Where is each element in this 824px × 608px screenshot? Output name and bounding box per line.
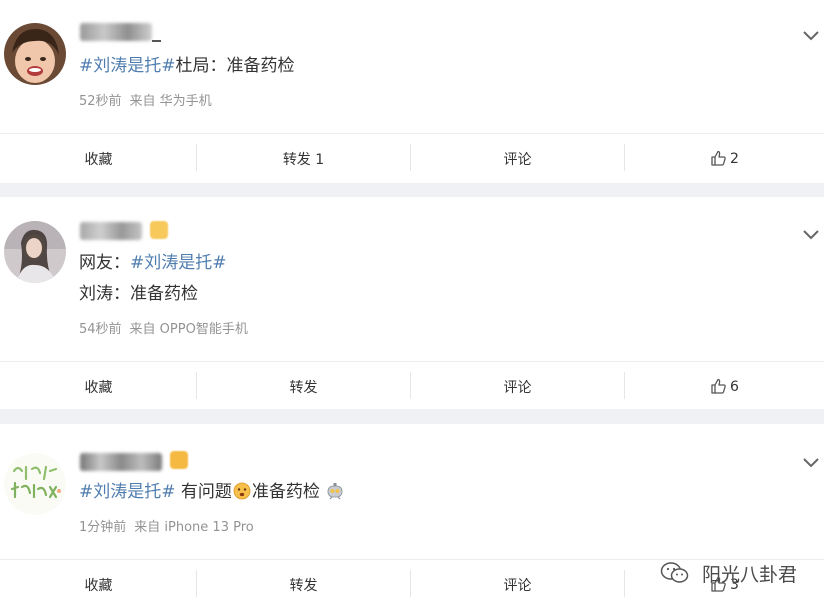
repost-button[interactable]: 转发 1 (197, 134, 410, 183)
post-time[interactable]: 54秒前 (79, 322, 122, 337)
post-time[interactable]: 1分钟前 (79, 520, 126, 535)
like-button[interactable]: 6 (625, 362, 824, 411)
like-count: 2 (730, 150, 739, 167)
hashtag-link[interactable]: #刘涛是托# (79, 482, 176, 502)
thinking-face-icon (233, 482, 251, 500)
repost-button[interactable]: 转发 (197, 362, 410, 411)
username-underscore (152, 40, 161, 42)
wechat-icon (660, 562, 689, 583)
post-source: 来自 华为手机 (129, 94, 212, 109)
avatar[interactable] (4, 221, 66, 283)
action-bar: 收藏 转发 1 评论 2 (0, 133, 824, 182)
action-bar: 收藏 转发 评论 6 (0, 361, 824, 410)
username-blurred[interactable] (80, 222, 142, 240)
post-text-prefix: 网友： (79, 253, 130, 273)
chevron-down-icon[interactable] (802, 227, 820, 241)
like-button[interactable]: 2 (625, 134, 824, 183)
avatar[interactable] (4, 23, 66, 85)
post-content-line2: 刘涛：准备药检 (79, 282, 198, 306)
post-text: 准备药检 (251, 482, 320, 502)
avatar[interactable] (4, 453, 66, 515)
thumbs-up-icon (711, 378, 726, 394)
like-count: 6 (730, 378, 739, 395)
comment-button[interactable]: 评论 (411, 560, 624, 608)
post-meta: 54秒前 来自 OPPO智能手机 (79, 318, 248, 337)
comment-button[interactable]: 评论 (411, 134, 624, 183)
post-content: #刘涛是托# 有问题 准备药检 (79, 480, 345, 504)
robot-icon (327, 483, 343, 500)
post-content-line1: 网友：#刘涛是托# (79, 251, 227, 275)
post-text: 杜局：准备药检 (175, 56, 295, 76)
hashtag-link[interactable]: #刘涛是托# (130, 253, 227, 273)
chevron-down-icon[interactable] (802, 28, 820, 42)
member-badge-icon (170, 451, 188, 469)
username-blurred[interactable] (80, 453, 162, 471)
post-source: 来自 OPPO智能手机 (129, 322, 248, 337)
chevron-down-icon[interactable] (802, 455, 820, 469)
repost-button[interactable]: 转发 (197, 560, 410, 608)
post-card: 网友：#刘涛是托# 刘涛：准备药检 54秒前 来自 OPPO智能手机 收藏 转发 … (0, 197, 824, 409)
favorite-button[interactable]: 收藏 (0, 560, 197, 608)
post-content: #刘涛是托#杜局：准备药检 (79, 54, 295, 78)
post-time[interactable]: 52秒前 (79, 94, 122, 109)
thumbs-up-icon (711, 150, 726, 166)
favorite-button[interactable]: 收藏 (0, 134, 197, 183)
post-meta: 1分钟前 来自 iPhone 13 Pro (79, 516, 254, 535)
comment-button[interactable]: 评论 (411, 362, 624, 411)
member-badge-icon (150, 221, 168, 239)
post-text: 刘涛：准备药检 (79, 284, 198, 304)
watermark: 阳光八卦君 (660, 556, 797, 590)
watermark-label: 阳光八卦君 (702, 563, 798, 586)
post-card: #刘涛是托#杜局：准备药检 52秒前 来自 华为手机 收藏 转发 1 评论 2 (0, 0, 824, 183)
post-text: 有问题 (180, 482, 232, 502)
post-source: 来自 iPhone 13 Pro (134, 520, 254, 535)
username-blurred[interactable] (80, 23, 152, 41)
post-meta: 52秒前 来自 华为手机 (79, 90, 212, 109)
hashtag-link[interactable]: #刘涛是托# (79, 56, 176, 76)
favorite-button[interactable]: 收藏 (0, 362, 197, 411)
